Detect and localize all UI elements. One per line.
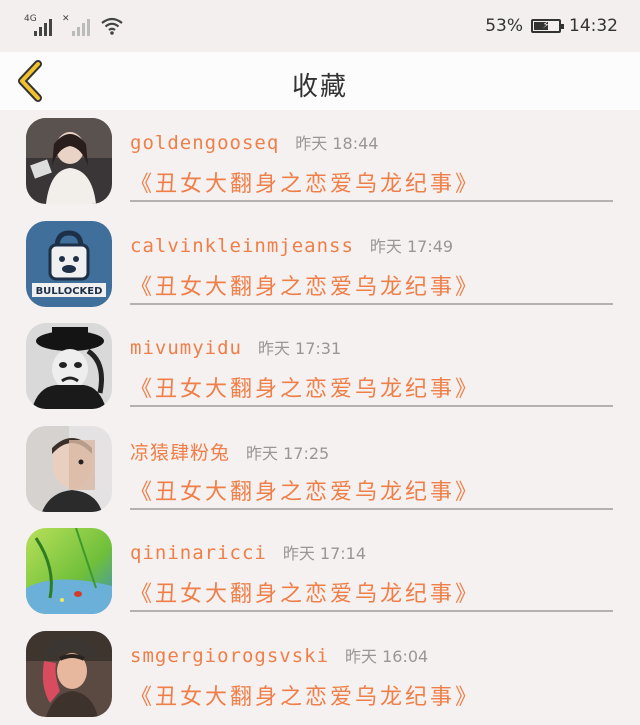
timestamp: 昨天 16:04: [345, 643, 428, 667]
avatar-logo-text: BULLOCKED: [36, 286, 103, 297]
username[interactable]: mivumyidu: [130, 337, 242, 359]
status-bar: 4G ✕ 53% ⚡ 14:32: [0, 0, 640, 52]
battery-percent: 53%: [485, 16, 523, 36]
avatar[interactable]: [26, 426, 112, 512]
list-item[interactable]: goldengooseq 昨天 18:44 《丑女大翻身之恋爱乌龙纪事》: [0, 110, 640, 213]
list-item[interactable]: smgergiorogsvski 昨天 16:04 《丑女大翻身之恋爱乌龙纪事》: [0, 623, 640, 725]
novel-title-link[interactable]: 《丑女大翻身之恋爱乌龙纪事》: [130, 371, 480, 403]
divider: [130, 610, 613, 612]
timestamp: 昨天 17:49: [370, 233, 453, 257]
battery-icon: ⚡: [531, 19, 561, 33]
list-item[interactable]: BULLOCKED calvinkleinmjeanss 昨天 17:49 《丑…: [0, 213, 640, 316]
favorites-list: goldengooseq 昨天 18:44 《丑女大翻身之恋爱乌龙纪事》 BUL…: [0, 110, 640, 725]
wifi-icon: [100, 16, 124, 36]
avatar[interactable]: [26, 631, 112, 717]
avatar[interactable]: [26, 528, 112, 614]
list-item[interactable]: 凉猿肆粉兔 昨天 17:25 《丑女大翻身之恋爱乌龙纪事》: [0, 418, 640, 521]
username[interactable]: goldengooseq: [130, 132, 279, 154]
app-header: 收藏: [0, 52, 640, 110]
novel-title-link[interactable]: 《丑女大翻身之恋爱乌龙纪事》: [130, 166, 480, 198]
username[interactable]: smgergiorogsvski: [130, 645, 329, 667]
novel-title-link[interactable]: 《丑女大翻身之恋爱乌龙纪事》: [130, 679, 480, 711]
cell-signal-2-icon: ✕: [62, 14, 92, 36]
username[interactable]: qininaricci: [130, 542, 267, 564]
list-item[interactable]: mivumyidu 昨天 17:31 《丑女大翻身之恋爱乌龙纪事》: [0, 315, 640, 418]
novel-title-link[interactable]: 《丑女大翻身之恋爱乌龙纪事》: [130, 474, 480, 506]
novel-title-link[interactable]: 《丑女大翻身之恋爱乌龙纪事》: [130, 269, 480, 301]
timestamp: 昨天 17:14: [283, 540, 366, 564]
timestamp: 昨天 17:25: [246, 440, 329, 464]
list-item[interactable]: qininaricci 昨天 17:14 《丑女大翻身之恋爱乌龙纪事》: [0, 520, 640, 623]
timestamp: 昨天 17:31: [258, 335, 341, 359]
cell-signal-icon: 4G: [24, 14, 54, 36]
clock: 14:32: [569, 16, 618, 36]
novel-title-link[interactable]: 《丑女大翻身之恋爱乌龙纪事》: [130, 576, 480, 608]
timestamp: 昨天 18:44: [295, 130, 378, 154]
username[interactable]: calvinkleinmjeanss: [130, 235, 354, 257]
page-title: 收藏: [0, 66, 640, 103]
username[interactable]: 凉猿肆粉兔: [130, 438, 230, 465]
avatar[interactable]: [26, 118, 112, 204]
divider: [130, 303, 613, 305]
avatar[interactable]: [26, 323, 112, 409]
status-left: 4G ✕: [24, 14, 124, 36]
divider: [130, 405, 613, 407]
divider: [130, 200, 613, 202]
divider: [130, 508, 613, 510]
status-right: 53% ⚡ 14:32: [485, 16, 618, 36]
avatar[interactable]: BULLOCKED: [26, 221, 112, 307]
